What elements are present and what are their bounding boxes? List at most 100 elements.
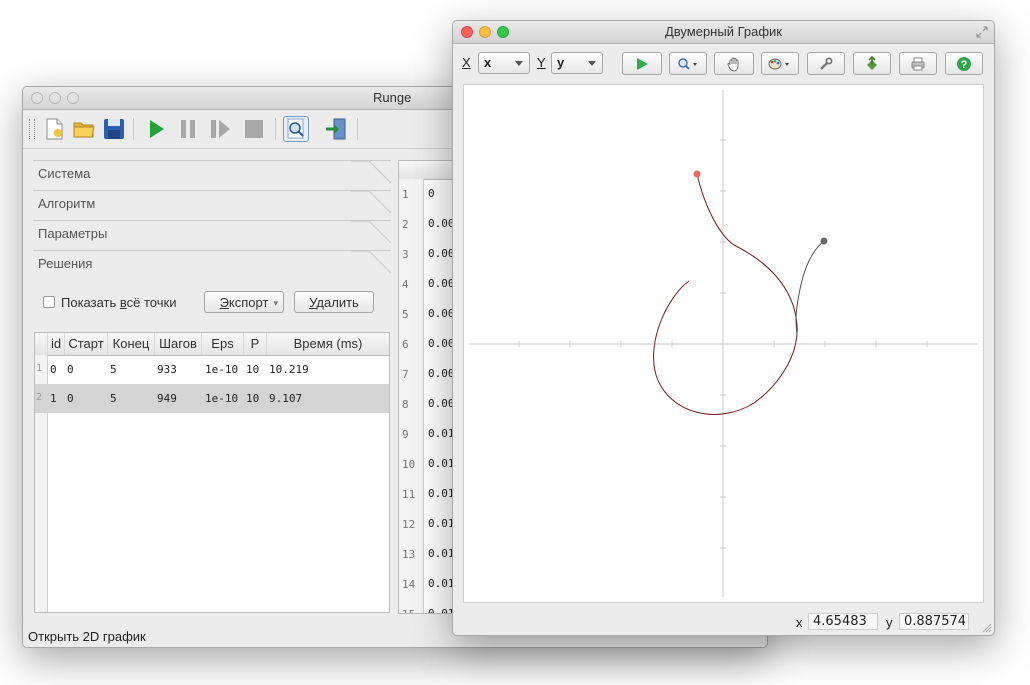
y-axis-combo[interactable]: y xyxy=(551,52,603,74)
svg-text:?: ? xyxy=(961,59,968,71)
row-number: 7 xyxy=(402,368,409,381)
delete-button[interactable]: Удалить xyxy=(294,291,374,313)
section-parameters[interactable]: Параметры xyxy=(33,220,391,250)
cell-value: 0.01 xyxy=(428,487,455,500)
wrench-icon xyxy=(820,57,833,70)
save-file-button[interactable] xyxy=(101,116,127,142)
column-header-end[interactable]: Конец xyxy=(108,336,154,351)
solution-curve-2 xyxy=(795,240,825,336)
settings-button[interactable] xyxy=(807,52,845,75)
new-file-button[interactable] xyxy=(41,116,67,142)
open-2d-plot-button[interactable] xyxy=(283,116,309,142)
settings-accordion: Система Алгоритм Параметры Решения xyxy=(33,160,391,280)
cell-id: 0 xyxy=(50,363,57,376)
section-parameters-label: Параметры xyxy=(38,226,108,241)
cell-value: 0.00 xyxy=(428,307,455,320)
palette-dropdown-button[interactable] xyxy=(761,52,799,75)
solutions-options-row: Показать всё точки Экспорт ▾ Удалить xyxy=(43,291,393,315)
x-axis-selector-label: X xyxy=(462,55,471,70)
cell-value: 0.00 xyxy=(428,337,455,350)
cell-eps: 1e-10 xyxy=(205,363,239,376)
column-header-steps[interactable]: Шагов xyxy=(155,336,201,351)
solution-curve xyxy=(653,173,798,415)
cell-value: 0 xyxy=(428,187,435,200)
column-header-time[interactable]: Время (ms) xyxy=(267,336,389,351)
plot-window-title: Двумерный График xyxy=(665,24,782,39)
section-tab-edge xyxy=(351,161,391,184)
section-system[interactable]: Система xyxy=(33,160,391,190)
row-number: 12 xyxy=(402,518,416,531)
runs-table-header: id Старт Конец Шагов Eps P Время (ms) xyxy=(35,333,389,356)
close-window-button[interactable] xyxy=(31,92,43,104)
plot-canvas[interactable] xyxy=(463,84,984,603)
column-header-p[interactable]: P xyxy=(244,336,266,351)
row-number: 2 xyxy=(36,392,43,403)
table-row[interactable]: 1 0 0 5 933 1e-10 10 10.219 xyxy=(35,355,389,384)
print-button[interactable] xyxy=(899,52,937,75)
export-image-button[interactable] xyxy=(853,52,891,75)
row-number: 1 xyxy=(36,363,43,374)
y-coordinate-label: y xyxy=(886,615,893,630)
cell-end: 5 xyxy=(110,363,117,376)
plot-svg[interactable] xyxy=(464,85,983,602)
row-number: 4 xyxy=(402,278,409,291)
curve-start-point xyxy=(693,170,701,178)
cell-p: 10 xyxy=(246,363,260,376)
row-number: 14 xyxy=(402,578,416,591)
section-tab-edge xyxy=(351,221,391,244)
stop-button[interactable] xyxy=(241,116,267,142)
row-number: 5 xyxy=(402,308,409,321)
toolbar-separator xyxy=(275,118,276,140)
run-button[interactable] xyxy=(143,116,169,142)
column-header-id[interactable]: id xyxy=(48,336,64,351)
section-solutions[interactable]: Решения xyxy=(33,250,391,280)
row-number: 11 xyxy=(402,488,416,501)
show-all-points-label: Показать всё точки xyxy=(61,295,177,310)
cell-value: 0.01 xyxy=(428,577,455,590)
toolbar-grip[interactable] xyxy=(29,119,35,139)
palette-icon xyxy=(768,58,789,69)
cell-time: 9.107 xyxy=(269,392,303,405)
chevron-down-icon xyxy=(515,61,523,66)
column-header-start[interactable]: Старт xyxy=(65,336,107,351)
plot-titlebar[interactable]: Двумерный График xyxy=(453,21,994,44)
play-icon xyxy=(637,57,648,70)
cell-end: 5 xyxy=(110,392,117,405)
section-algorithm[interactable]: Алгоритм xyxy=(33,190,391,220)
row-number: 10 xyxy=(402,458,416,471)
plot-toolbar: X x Y y ? xyxy=(453,44,994,78)
x-axis-combo-value: x xyxy=(484,55,492,70)
help-icon: ? xyxy=(957,56,971,71)
cell-steps: 949 xyxy=(157,392,177,405)
help-button[interactable]: ? xyxy=(945,52,983,75)
y-axis-selector-label: Y xyxy=(537,55,546,70)
open-file-button[interactable] xyxy=(71,116,97,142)
cell-id: 1 xyxy=(50,392,57,405)
x-axis-combo[interactable]: x xyxy=(478,52,530,74)
pan-button[interactable] xyxy=(714,52,754,75)
table-row[interactable]: 2 1 0 5 949 1e-10 10 9.107 xyxy=(35,384,389,413)
folder-open-icon xyxy=(73,122,95,138)
step-forward-button[interactable] xyxy=(207,116,233,142)
plot-play-button[interactable] xyxy=(622,52,662,75)
minimize-window-button[interactable] xyxy=(49,92,61,104)
exit-button[interactable] xyxy=(323,116,349,142)
cell-value: 0.00 xyxy=(428,397,455,410)
export-dropdown-button[interactable]: Экспорт ▾ xyxy=(204,291,284,313)
zoom-window-button[interactable] xyxy=(67,92,79,104)
show-all-points-checkbox[interactable] xyxy=(43,296,55,308)
fullscreen-icon[interactable] xyxy=(975,25,989,39)
zoom-dropdown-button[interactable] xyxy=(669,52,707,75)
runs-table: id Старт Конец Шагов Eps P Время (ms) 1 … xyxy=(34,332,390,613)
zoom-icon xyxy=(678,57,697,70)
floppy-save-icon xyxy=(104,119,124,139)
x-coordinate-label: x xyxy=(796,615,803,630)
section-system-label: Система xyxy=(38,166,91,181)
resize-grip-icon[interactable] xyxy=(982,623,992,633)
pause-button[interactable] xyxy=(175,116,201,142)
column-header-eps[interactable]: Eps xyxy=(202,336,243,351)
row-number: 6 xyxy=(402,338,409,351)
coordinate-bar: x 4.65483 y 0.887574 xyxy=(453,611,994,633)
section-algorithm-label: Алгоритм xyxy=(38,196,96,211)
section-solutions-label: Решения xyxy=(38,256,93,271)
